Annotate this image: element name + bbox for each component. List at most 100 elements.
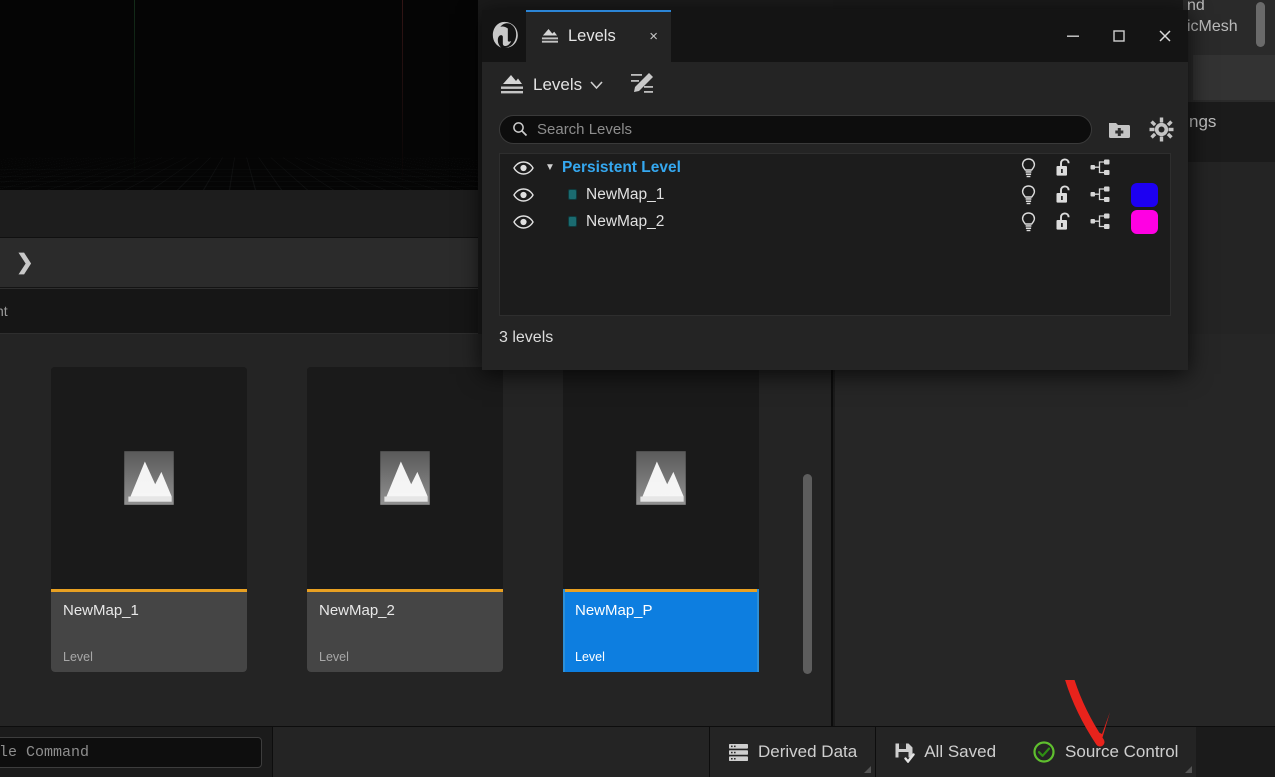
- tab-close-icon[interactable]: ×: [646, 28, 661, 45]
- cutoff-text-1: nd: [1187, 0, 1205, 14]
- window-controls: [1050, 10, 1188, 62]
- level-row-persistent[interactable]: ▼ Persistent Level: [500, 154, 1170, 181]
- green-check-circle-icon: [1033, 741, 1055, 763]
- node-hierarchy-icon[interactable]: [1082, 213, 1118, 230]
- asset-tile[interactable]: NewMap_2 Level: [307, 367, 503, 672]
- content-browser: NewMap_1 Level NewMap_2 Level NewMap_P L…: [0, 334, 833, 726]
- level-row[interactable]: NewMap_1: [500, 181, 1170, 208]
- levels-menu-label: Levels: [533, 75, 583, 94]
- asset-type: Level: [63, 650, 93, 664]
- asset-tile-selected[interactable]: NewMap_P Level: [563, 367, 759, 672]
- levels-list: ▼ Persistent Level NewMap_1 NewMap_2: [499, 153, 1171, 316]
- asset-type: Level: [575, 650, 605, 664]
- console-command-input[interactable]: le Command: [0, 736, 262, 768]
- right-cutoff-panel: nd icMesh ngs: [1183, 0, 1275, 334]
- chevron-right-icon: ❯: [16, 251, 34, 274]
- unlocked-padlock-icon[interactable]: [1046, 185, 1082, 204]
- level-viewport[interactable]: [0, 0, 478, 190]
- level-row-icons: [1010, 181, 1170, 208]
- level-row-icons: [1010, 154, 1170, 181]
- levels-toolbar: Levels: [482, 62, 1188, 108]
- level-row[interactable]: NewMap_2: [500, 208, 1170, 235]
- resize-corner-icon: [1185, 765, 1193, 773]
- levels-footer: 3 levels: [482, 316, 1188, 360]
- cutoff-text-3: ngs: [1189, 112, 1217, 131]
- viewport-axis-green: [133, 0, 135, 190]
- tab-label: Levels: [568, 26, 616, 45]
- lightbulb-icon[interactable]: [1010, 184, 1046, 205]
- asset-tile[interactable]: NewMap_1 Level: [51, 367, 247, 672]
- minimize-icon[interactable]: [1050, 10, 1096, 62]
- asset-info: NewMap_1 Level: [51, 592, 247, 672]
- close-icon[interactable]: [1142, 10, 1188, 62]
- expander-triangle-icon[interactable]: ▼: [538, 162, 562, 173]
- new-folder-icon[interactable]: [1104, 119, 1134, 140]
- screen-root: ❯ nt nd icMesh ngs: [0, 0, 1275, 777]
- level-color-swatch[interactable]: [1130, 209, 1158, 234]
- levels-search-row: Search Levels: [482, 108, 1188, 150]
- all-saved-label: All Saved: [924, 742, 997, 761]
- gear-icon[interactable]: [1146, 117, 1176, 142]
- sublevel-marker-icon: [568, 216, 577, 227]
- levels-window: Levels × Levels Search Levels ▼ Persiste…: [482, 10, 1188, 370]
- source-control-button[interactable]: Source Control: [1014, 727, 1196, 777]
- derived-data-button[interactable]: Derived Data: [710, 726, 877, 777]
- asset-thumbnail: [307, 367, 503, 589]
- asset-info: NewMap_2 Level: [307, 592, 503, 672]
- eye-icon[interactable]: [508, 214, 538, 229]
- levels-menu-button[interactable]: Levels: [499, 74, 603, 97]
- eye-icon[interactable]: [508, 187, 538, 202]
- server-rack-icon: [729, 743, 748, 761]
- level-color-swatch-cell[interactable]: [1118, 182, 1170, 207]
- level-color-swatch[interactable]: [1130, 182, 1158, 207]
- lightbulb-icon[interactable]: [1010, 157, 1046, 178]
- scrollbar-thumb[interactable]: [803, 474, 812, 674]
- asset-name: NewMap_P: [575, 602, 653, 619]
- asset-name: NewMap_1: [63, 602, 139, 619]
- asset-type: Level: [319, 650, 349, 664]
- cutoff-dark-region: [1183, 102, 1275, 162]
- tab-levels[interactable]: Levels ×: [526, 10, 671, 62]
- cutoff-box: [1193, 55, 1275, 100]
- all-saved-button[interactable]: All Saved: [876, 727, 1014, 777]
- sublevel-marker-icon: [568, 189, 577, 200]
- status-bar: le Command Derived Data All Saved Source…: [0, 726, 1275, 777]
- titlebar-drag-area[interactable]: [671, 10, 1050, 62]
- source-control-label: Source Control: [1065, 742, 1179, 761]
- level-name: Persistent Level: [562, 158, 681, 176]
- save-check-icon: [895, 743, 915, 763]
- cut-label-row: nt: [0, 288, 478, 334]
- top-toolbar-sliver: [833, 0, 1183, 9]
- level-count-label: 3 levels: [499, 329, 554, 346]
- search-levels-input[interactable]: Search Levels: [499, 114, 1092, 144]
- details-expander-bar[interactable]: ❯: [0, 238, 478, 288]
- unreal-engine-logo: [482, 10, 526, 62]
- levels-icon: [501, 74, 523, 93]
- content-browser-right-pane: [835, 334, 1275, 726]
- levels-icon: [541, 28, 558, 43]
- levels-window-titlebar[interactable]: Levels ×: [482, 10, 1188, 62]
- level-color-swatch-cell[interactable]: [1118, 209, 1170, 234]
- unlocked-padlock-icon[interactable]: [1046, 158, 1082, 177]
- chevron-down-icon: [590, 80, 603, 89]
- level-mountain-icon: [124, 451, 174, 505]
- edit-pencil-icon[interactable]: [629, 71, 655, 100]
- content-browser-scrollbar[interactable]: [803, 474, 814, 674]
- maximize-icon[interactable]: [1096, 10, 1142, 62]
- node-hierarchy-icon[interactable]: [1082, 159, 1118, 176]
- asset-tile-grid: NewMap_1 Level NewMap_2 Level NewMap_P L…: [0, 334, 833, 726]
- cutoff-text-2: icMesh: [1187, 18, 1238, 35]
- unlocked-padlock-icon[interactable]: [1046, 212, 1082, 231]
- cutoff-scrollbar[interactable]: [1256, 2, 1265, 47]
- viewport-grid: [0, 157, 478, 190]
- sliver-text: [843, 0, 847, 9]
- search-icon: [513, 122, 528, 137]
- search-placeholder: Search Levels: [537, 120, 633, 138]
- derived-data-label: Derived Data: [758, 742, 858, 761]
- console-command-placeholder: le Command: [0, 743, 90, 761]
- node-hierarchy-icon[interactable]: [1082, 186, 1118, 203]
- asset-thumbnail: [51, 367, 247, 589]
- resize-corner-icon: [864, 765, 872, 773]
- eye-icon[interactable]: [508, 160, 538, 175]
- lightbulb-icon[interactable]: [1010, 211, 1046, 232]
